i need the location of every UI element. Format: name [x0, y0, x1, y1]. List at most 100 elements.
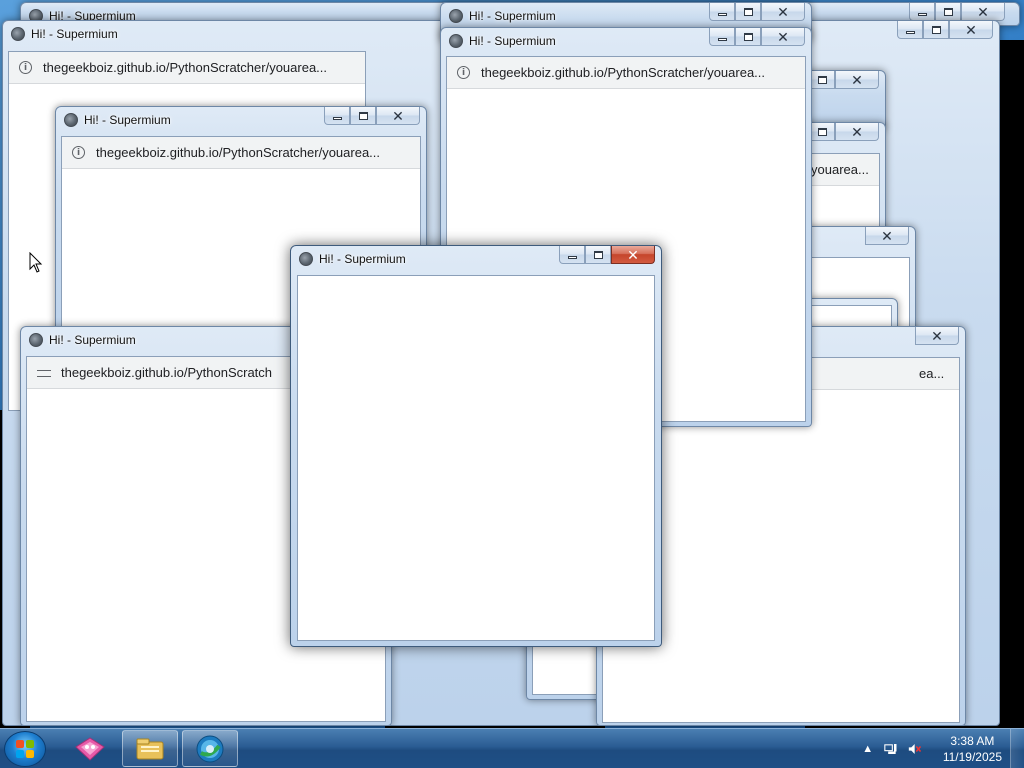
clock-date: 11/19/2025: [942, 750, 1002, 764]
close-icon: ✕: [965, 21, 977, 38]
window-title: Hi! - Supermium: [469, 34, 556, 48]
minimize-icon: [917, 13, 927, 16]
caption-buttons: ✕: [559, 246, 655, 265]
minimize-button[interactable]: [709, 28, 735, 46]
show-hidden-icons-icon[interactable]: ▲: [861, 742, 874, 756]
minimize-button[interactable]: [324, 107, 350, 125]
show-desktop-button[interactable]: [1010, 729, 1024, 768]
close-icon: ✕: [777, 3, 789, 20]
globe-icon: [299, 252, 313, 266]
volume-muted-icon[interactable]: [908, 742, 921, 756]
taskbar-paint-app[interactable]: [62, 730, 118, 767]
close-icon: ✕: [881, 227, 893, 244]
maximize-button[interactable]: [350, 107, 376, 125]
close-button[interactable]: ✕: [949, 21, 993, 39]
maximize-button[interactable]: [809, 123, 835, 141]
caption-buttons: ✕: [809, 123, 879, 142]
minimize-icon: [717, 13, 727, 16]
maximize-icon: [358, 111, 368, 120]
close-icon: ✕: [851, 123, 863, 140]
info-icon[interactable]: i: [72, 146, 85, 159]
close-icon: ✕: [931, 327, 943, 344]
url-text: thegeekboiz.github.io/PythonScratcher/yo…: [481, 65, 766, 80]
caption-buttons: ✕: [809, 71, 879, 90]
windows-logo-icon: [16, 740, 34, 758]
caption-buttons: ✕: [865, 227, 909, 246]
globe-icon: [11, 27, 25, 41]
caption-buttons: ✕: [709, 28, 805, 47]
globe-icon: [449, 34, 463, 48]
url-text: thegeekboiz.github.io/PythonScratcher/yo…: [96, 145, 381, 160]
maximize-button[interactable]: [935, 3, 961, 21]
supermium-browser-icon: [196, 735, 224, 762]
close-icon: ✕: [392, 107, 404, 124]
minimize-icon: [905, 31, 915, 34]
close-button[interactable]: ✕: [961, 3, 1005, 21]
address-bar[interactable]: i thegeekboiz.github.io/PythonScratcher/…: [62, 137, 420, 169]
close-button[interactable]: ✕: [761, 28, 805, 46]
minimize-button[interactable]: [897, 21, 923, 39]
clock[interactable]: 3:38 AM 11/19/2025: [943, 733, 1002, 765]
site-settings-icon[interactable]: [37, 367, 51, 379]
desktop: Hi! - Supermium ✕ Hi! - Supermium ✕ i th…: [0, 0, 1024, 728]
taskbar: ▲ 3:38 AM 11/19/2025: [0, 728, 1024, 768]
mouse-cursor-icon: [29, 252, 43, 273]
close-icon: ✕: [977, 3, 989, 20]
maximize-icon: [931, 25, 941, 34]
maximize-button[interactable]: [735, 3, 761, 21]
caption-buttons: ✕: [897, 21, 993, 40]
info-icon[interactable]: i: [19, 61, 32, 74]
address-bar[interactable]: i thegeekboiz.github.io/PythonScratcher/…: [447, 57, 805, 89]
minimize-icon: [332, 117, 342, 120]
window-title: Hi! - Supermium: [84, 113, 171, 127]
close-icon: ✕: [851, 71, 863, 88]
close-button[interactable]: ✕: [761, 3, 805, 21]
taskbar-file-explorer[interactable]: [122, 730, 178, 767]
url-text: thegeekboiz.github.io/PythonScratch: [61, 365, 273, 380]
url-text: ea...: [919, 366, 945, 381]
caption-buttons: ✕: [324, 107, 420, 126]
close-button[interactable]: ✕: [376, 107, 420, 125]
close-button[interactable]: ✕: [915, 327, 959, 345]
page-content: [297, 275, 655, 641]
maximize-icon: [593, 250, 603, 259]
minimize-icon: [717, 38, 727, 41]
maximize-button[interactable]: [809, 71, 835, 89]
close-icon: ✕: [777, 28, 789, 45]
window-title: Hi! - Supermium: [49, 333, 136, 347]
clock-time: 3:38 AM: [950, 734, 995, 748]
caption-buttons: ✕: [709, 3, 805, 22]
browser-window-active[interactable]: Hi! - Supermium ✕: [290, 245, 662, 647]
paint-app-icon: [75, 736, 105, 761]
url-text: youarea...: [811, 162, 869, 177]
minimize-button[interactable]: [909, 3, 935, 21]
caption-buttons: ✕: [915, 327, 959, 346]
minimize-icon: [567, 256, 577, 259]
network-icon[interactable]: [884, 742, 897, 756]
maximize-button[interactable]: [735, 28, 761, 46]
window-title: Hi! - Supermium: [31, 27, 118, 41]
folder-icon: [136, 738, 164, 759]
close-button[interactable]: ✕: [835, 71, 879, 89]
maximize-icon: [817, 127, 827, 136]
taskbar-supermium-browser[interactable]: [182, 730, 238, 767]
info-icon[interactable]: i: [457, 66, 470, 79]
start-button[interactable]: [4, 731, 46, 767]
close-button[interactable]: ✕: [611, 246, 655, 264]
window-title: Hi! - Supermium: [319, 252, 406, 266]
globe-icon: [64, 113, 78, 127]
maximize-button[interactable]: [923, 21, 949, 39]
maximize-icon: [817, 75, 827, 84]
system-tray: ▲: [856, 729, 926, 768]
close-button[interactable]: ✕: [835, 123, 879, 141]
globe-icon: [29, 333, 43, 347]
address-bar[interactable]: i thegeekboiz.github.io/PythonScratcher/…: [9, 52, 365, 84]
url-text: thegeekboiz.github.io/PythonScratcher/yo…: [43, 60, 328, 75]
close-button[interactable]: ✕: [865, 227, 909, 245]
maximize-icon: [743, 32, 753, 41]
close-icon: ✕: [627, 246, 639, 263]
maximize-button[interactable]: [585, 246, 611, 264]
minimize-button[interactable]: [559, 246, 585, 264]
globe-icon: [449, 9, 463, 23]
minimize-button[interactable]: [709, 3, 735, 21]
